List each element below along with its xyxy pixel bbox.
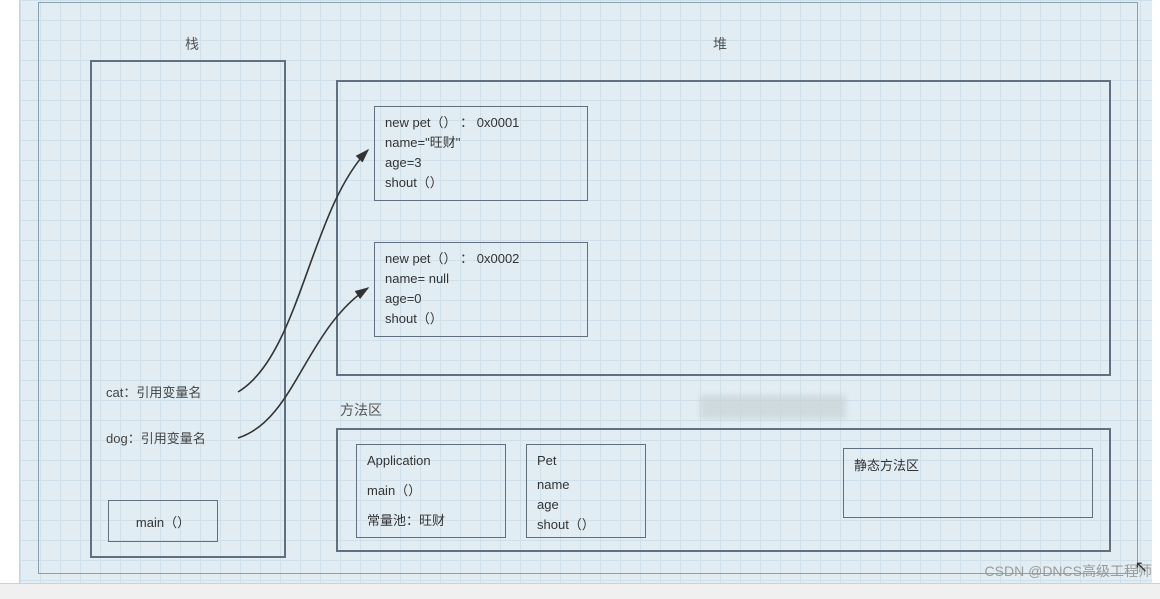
static-method-area-label: 静态方法区: [854, 458, 919, 473]
heap-obj2-name: name= null: [385, 269, 577, 289]
heap-obj2-age: age=0: [385, 289, 577, 309]
stack-label: 栈: [185, 34, 199, 54]
method-area-region: Application main（） 常量池：旺财 Pet name age s…: [336, 428, 1111, 552]
app-title: Application: [367, 451, 495, 471]
blurred-region: [700, 395, 846, 419]
stack-region: cat：引用变量名 dog：引用变量名 main（）: [90, 60, 286, 558]
pet-shout: shout（）: [537, 515, 635, 535]
app-main: main（）: [367, 481, 495, 501]
heap-object-2: new pet（） ： 0x0002 name= null age=0 shou…: [374, 242, 588, 337]
method-area-label: 方法区: [340, 400, 382, 420]
mouse-cursor-icon: ↖: [1135, 557, 1148, 577]
pet-age: age: [537, 495, 635, 515]
app-constpool: 常量池：旺财: [367, 511, 495, 531]
editor-left-ruler: [0, 0, 20, 599]
heap-obj1-name: name="旺财": [385, 133, 577, 153]
method-area-pet: Pet name age shout（）: [526, 444, 646, 538]
heap-obj2-header: new pet（） ： 0x0002: [385, 249, 577, 269]
watermark-text: CSDN @DNCS高级工程师: [985, 561, 1152, 581]
heap-obj2-shout: shout（）: [385, 309, 577, 329]
heap-region: new pet（） ： 0x0001 name="旺财" age=3 shout…: [336, 80, 1111, 376]
method-area-application: Application main（） 常量池：旺财: [356, 444, 506, 538]
pet-name: name: [537, 475, 635, 495]
heap-label: 堆: [713, 34, 727, 54]
heap-obj1-shout: shout（）: [385, 173, 577, 193]
stack-frame-main-label: main（）: [136, 512, 190, 531]
stack-frame-main: main（）: [108, 500, 218, 542]
static-method-area: 静态方法区: [843, 448, 1093, 518]
stack-var-cat: cat：引用变量名: [106, 382, 201, 401]
heap-obj1-age: age=3: [385, 153, 577, 173]
horizontal-scrollbar[interactable]: [0, 583, 1160, 599]
pet-title: Pet: [537, 451, 635, 471]
heap-object-1: new pet（） ： 0x0001 name="旺财" age=3 shout…: [374, 106, 588, 201]
stack-var-dog: dog：引用变量名: [106, 428, 206, 447]
heap-obj1-header: new pet（） ： 0x0001: [385, 113, 577, 133]
